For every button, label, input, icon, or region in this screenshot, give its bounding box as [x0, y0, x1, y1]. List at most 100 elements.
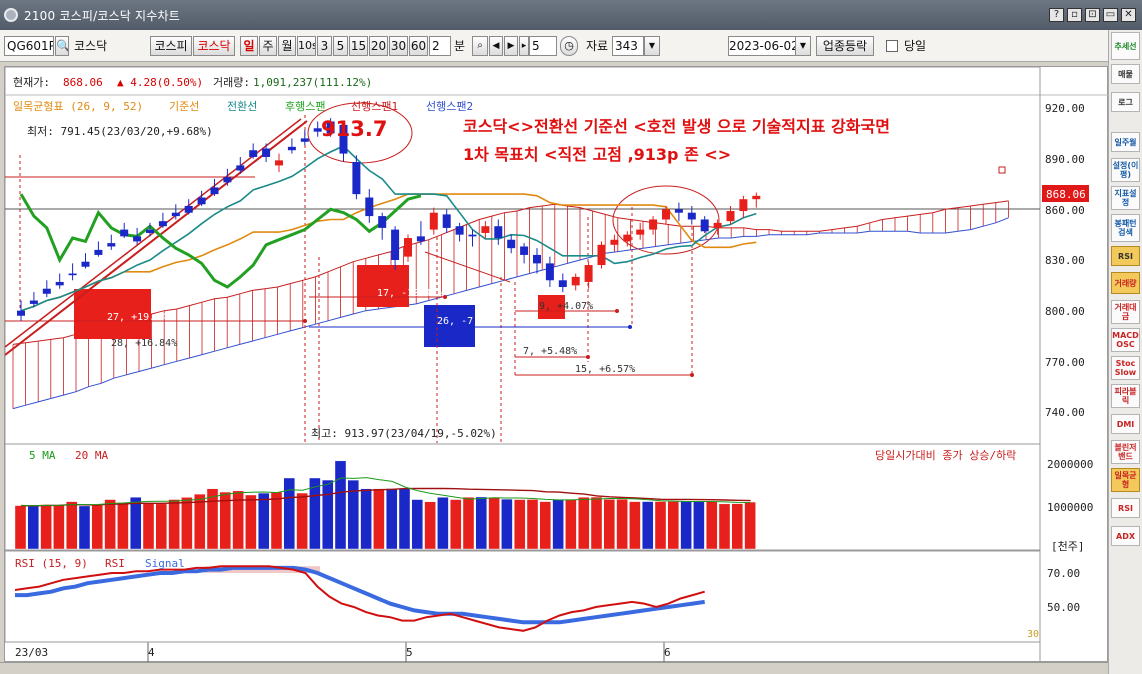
volume-bar-52 [680, 501, 692, 550]
dock-button[interactable]: ⊡ [1085, 8, 1100, 22]
sameday-checkbox[interactable] [886, 40, 898, 52]
box-label-17: 17, -10.41% [377, 288, 443, 299]
sidebar-item-macd-osc[interactable]: MACD OSC [1111, 328, 1140, 352]
volume-bar-42 [552, 499, 564, 550]
volume-bar-13 [181, 497, 193, 550]
volume-bar-6 [91, 504, 104, 550]
clock-icon[interactable]: ◷ [560, 36, 578, 56]
period-3[interactable]: 3 [317, 36, 332, 56]
sidebar-item-log[interactable]: 로그 [1111, 92, 1140, 112]
rsi-axis-70: 70.00 [1047, 567, 1080, 580]
period-15[interactable]: 15 [349, 36, 368, 56]
volume-bar-54 [706, 501, 718, 550]
sidebar-item-dmi[interactable]: DMI [1111, 414, 1140, 434]
projection-arrow-head-3 [615, 309, 619, 313]
projection-arrow-head-2 [628, 325, 632, 329]
search-icon[interactable]: 🔍 [55, 36, 69, 56]
data-count-dropdown-icon[interactable]: ▼ [644, 36, 660, 56]
sidebar-item-rsi[interactable]: RSI [1111, 498, 1140, 518]
period-60[interactable]: 60 [409, 36, 428, 56]
volume-bar-18 [245, 494, 257, 550]
candle-body-16 [223, 177, 232, 183]
candle-body-38 [507, 239, 516, 249]
volume-bar-12 [168, 499, 180, 550]
price-axis-800: 800.00 [1045, 305, 1085, 318]
sidebar-item-bollinger[interactable]: 볼린저밴드 [1111, 440, 1140, 464]
period-month[interactable]: 월 [278, 36, 296, 56]
code-input[interactable]: QG601P [4, 36, 54, 56]
candle-body-47 [623, 234, 632, 242]
volume-bar-35 [462, 496, 475, 550]
candle-body-54 [713, 222, 722, 228]
volume-bar-46 [603, 499, 615, 550]
legend-tenkan: 전환선 [227, 100, 257, 113]
close-button[interactable]: ✕ [1121, 8, 1136, 22]
volume-bar-33 [437, 497, 449, 550]
box-label-27: 27, +19.94% [107, 312, 173, 323]
maximize-button[interactable]: ▭ [1103, 8, 1118, 22]
chart-canvas[interactable]: 현재가: 868.06 ▲ 4.28(0.50%) 거래량: 1,091,237… [4, 66, 1109, 663]
candle-body-26 [352, 162, 361, 195]
candle-body-51 [674, 209, 683, 213]
end-icon[interactable]: ▸ [519, 36, 529, 56]
sidebar-item-volume-profile[interactable]: 매물 [1111, 64, 1140, 84]
volume-bar-29 [386, 488, 398, 550]
zoom-icon[interactable]: ⌕ [472, 36, 488, 56]
restore-small-button[interactable]: ▫ [1067, 8, 1082, 22]
sidebar-item-stoch-slow[interactable]: Stoc Slow [1111, 356, 1140, 380]
sidebar-item-parabolic[interactable]: 피라볼릭 [1111, 384, 1140, 408]
register-button[interactable]: 업종등락 [816, 36, 874, 56]
chart-area[interactable]: 현재가: 868.06 ▲ 4.28(0.50%) 거래량: 1,091,237… [4, 66, 1109, 663]
candle-body-28 [378, 216, 387, 228]
sidebar-item-adx[interactable]: ADX [1111, 526, 1140, 546]
date-input[interactable]: 2023-06-02 [728, 36, 796, 56]
help-button[interactable]: ? [1049, 8, 1064, 22]
sidebar-item-trade-value[interactable]: 거래대금 [1111, 300, 1140, 324]
volume-bar-37 [488, 497, 500, 550]
candle-body-34 [455, 226, 464, 235]
candle-body-32 [429, 212, 438, 230]
candle-body-18 [249, 150, 258, 157]
projection-arrow-head-1 [443, 295, 447, 299]
volume-bar-56 [731, 503, 743, 550]
period-week[interactable]: 주 [259, 36, 277, 56]
tab-kosdaq[interactable]: 코스닥 [193, 36, 235, 56]
sidebar-item-dwm[interactable]: 일주월 [1111, 132, 1140, 152]
step-input[interactable]: 5 [529, 36, 557, 56]
prev-arrow-icon[interactable]: ◀ [489, 36, 503, 56]
candle-body-9 [133, 236, 142, 242]
period-5[interactable]: 5 [333, 36, 348, 56]
volume-bar-20 [270, 491, 283, 550]
sidebar-item-indicator-settings[interactable]: 지표설정 [1111, 186, 1140, 210]
period-20[interactable]: 20 [369, 36, 388, 56]
sidebar-item-ichimoku[interactable]: 일목균형 [1111, 468, 1140, 492]
data-label: 자료 [586, 39, 609, 53]
sidebar-item-volume[interactable]: 거래량 [1111, 272, 1140, 294]
data-count-input[interactable]: 343 [612, 36, 644, 56]
price-axis-770: 770.00 [1045, 356, 1085, 369]
price-label: 현재가: [13, 76, 50, 89]
date-dropdown-icon[interactable]: ▼ [795, 36, 811, 56]
sidebar-item-trendline[interactable]: 추세선 [1111, 32, 1140, 60]
candle-body-31 [416, 236, 425, 242]
tab-kospi[interactable]: 코스피 [150, 36, 192, 56]
volume-bar-9 [129, 496, 142, 550]
interval-input[interactable]: 2 [429, 36, 451, 56]
ichimoku-legend-title: 일목균형표 (26, 9, 52) [13, 99, 143, 113]
candle-body-12 [171, 212, 180, 217]
period-day[interactable]: 일 [240, 36, 258, 56]
next-arrow-icon[interactable]: ▶ [504, 36, 518, 56]
sidebar-item-rsi-active[interactable]: RSI [1111, 246, 1140, 266]
period-10s[interactable]: 10s [297, 36, 316, 56]
interval-unit: 분 [454, 39, 466, 53]
sidebar-item-ma-settings[interactable]: 설정(이평) [1111, 158, 1140, 182]
commentary-line-2: 1차 목표치 <직전 고점 ,913p 존 <> [463, 145, 731, 164]
candle-body-48 [636, 229, 645, 235]
sidebar-item-pattern-search[interactable]: 봉패턴검색 [1111, 214, 1140, 242]
volume-label: 거래량: [213, 76, 250, 89]
volume-bar-48 [629, 501, 641, 550]
title-bar: 2100 코스피/코스닥 지수차트 ? ▫ ⊡ ▭ ✕ [0, 0, 1142, 30]
period-30[interactable]: 30 [389, 36, 408, 56]
box-label-7: 7, +5.48% [523, 346, 577, 357]
volume-bar-32 [424, 501, 436, 550]
